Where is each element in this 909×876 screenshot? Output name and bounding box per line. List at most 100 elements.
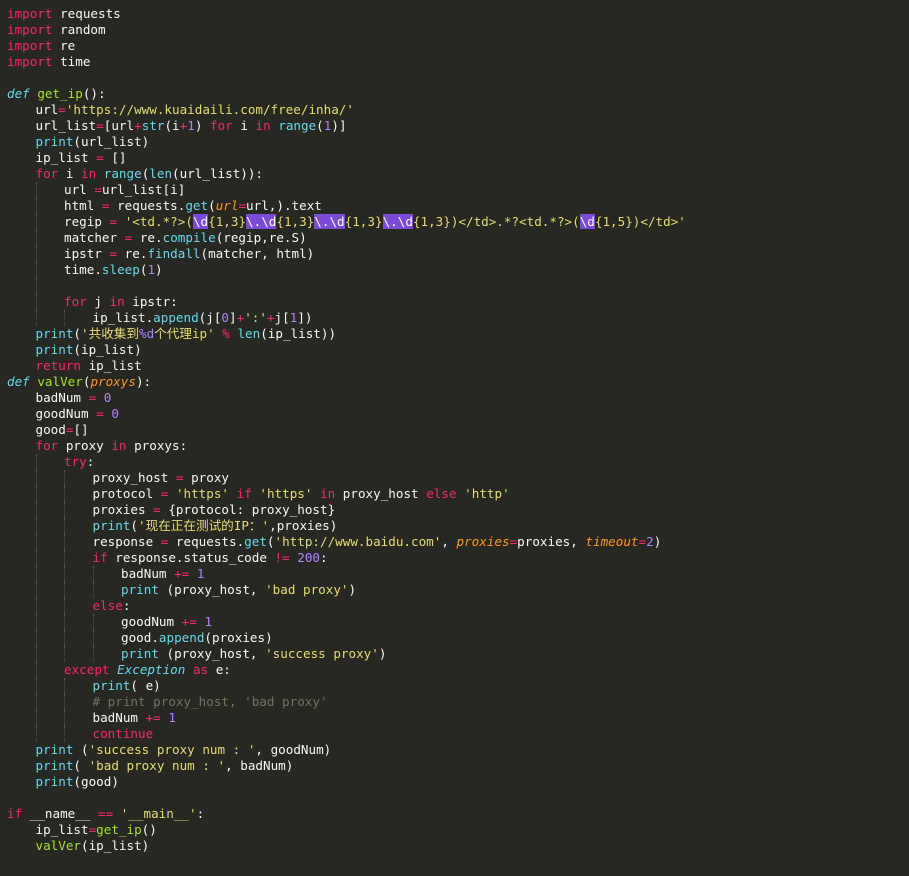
code-line[interactable]: ip_list=get_ip(): [7, 822, 909, 838]
code-line[interactable]: badNum = 0: [7, 390, 909, 406]
code-line[interactable]: print( e): [7, 678, 909, 694]
code-token: :: [320, 550, 328, 565]
indent-guide: [35, 310, 65, 326]
code-token: 'http': [464, 486, 510, 501]
code-line[interactable]: print(ip_list): [7, 342, 909, 358]
code-line[interactable]: continue: [7, 726, 909, 742]
code-token: append: [153, 310, 199, 325]
code-token: \.: [314, 214, 330, 229]
code-line[interactable]: [7, 278, 909, 294]
code-line[interactable]: good=[]: [7, 422, 909, 438]
code-line[interactable]: # print proxy_host, 'bad proxy': [7, 694, 909, 710]
code-line[interactable]: html = requests.get(url=url,).text: [7, 198, 909, 214]
code-line[interactable]: for i in range(len(url_list)):: [7, 166, 909, 182]
code-token: (proxy_host,: [158, 646, 266, 661]
code-token: =: [175, 470, 184, 485]
code-line[interactable]: def get_ip():: [7, 86, 909, 102]
indent-guide: [7, 246, 36, 262]
code-token: 'success proxy num : ': [88, 742, 256, 757]
code-line[interactable]: ipstr = re.findall(matcher, html): [7, 246, 909, 262]
code-line[interactable]: proxy_host = proxy: [7, 470, 909, 486]
code-line[interactable]: [7, 70, 909, 86]
code-editor[interactable]: import requests import random import re imp…: [0, 0, 909, 876]
code-line[interactable]: proxies = {protocol: proxy_host}: [7, 502, 909, 518]
code-line[interactable]: badNum += 1: [7, 566, 909, 582]
code-line[interactable]: for j in ipstr:: [7, 294, 909, 310]
code-line[interactable]: print(url_list): [7, 134, 909, 150]
code-token: =: [96, 118, 104, 133]
code-line[interactable]: ip_list = []: [7, 150, 909, 166]
code-token: []: [73, 422, 89, 437]
code-line[interactable]: print( 'bad proxy num : ', badNum): [7, 758, 909, 774]
code-line[interactable]: url =url_list[i]: [7, 182, 909, 198]
code-line[interactable]: if __name__ == '__main__':: [7, 806, 909, 822]
code-line[interactable]: goodNum += 1: [7, 614, 909, 630]
code-line[interactable]: return ip_list: [7, 358, 909, 374]
code-line[interactable]: url='https://www.kuaidaili.com/free/inha…: [7, 102, 909, 118]
indent-guide: [64, 310, 93, 326]
code-line[interactable]: goodNum = 0: [7, 406, 909, 422]
code-token: 1: [168, 710, 176, 725]
code-area[interactable]: import requests import random import re imp…: [7, 6, 909, 854]
indent-guide: [35, 726, 65, 742]
code-line[interactable]: print('现在正在测试的IP：',proxies): [7, 518, 909, 534]
code-line[interactable]: [7, 790, 909, 806]
code-token: get: [185, 198, 209, 213]
code-token: ): [653, 534, 662, 549]
indent-guide: [64, 710, 93, 726]
code-line[interactable]: try:: [7, 454, 909, 470]
code-line[interactable]: good.append(proxies): [7, 630, 909, 646]
code-line[interactable]: ip_list.append(j[0]+':'+j[1]): [7, 310, 909, 326]
code-token: ]: [229, 310, 237, 325]
code-token: ipstr:: [124, 294, 178, 309]
code-token: (: [130, 518, 139, 533]
code-token: (: [266, 534, 275, 549]
code-token: '__main__': [120, 806, 197, 821]
code-token: j[: [274, 310, 290, 325]
code-line[interactable]: import re: [7, 38, 909, 54]
code-line[interactable]: valVer(ip_list): [7, 838, 909, 854]
code-line[interactable]: def valVer(proxys):: [7, 374, 909, 390]
code-line[interactable]: matcher = re.compile(regip,re.S): [7, 230, 909, 246]
code-token: url: [64, 182, 95, 197]
code-line[interactable]: regip = '<td.*?>(\d{1,3}\.\d{1,3}\.\d{1,…: [7, 214, 909, 230]
code-token: =: [109, 214, 118, 229]
code-token: 1: [196, 566, 205, 581]
code-token: \.: [246, 214, 262, 229]
code-token: ,: [441, 534, 457, 549]
code-line[interactable]: time.sleep(1): [7, 262, 909, 278]
code-token: '<td.*?>(: [124, 214, 193, 229]
code-line[interactable]: print (proxy_host, 'bad proxy'): [7, 582, 909, 598]
code-token: (proxy_host,: [158, 582, 266, 597]
code-line[interactable]: print('共收集到%d个代理ip' % len(ip_list)): [7, 326, 909, 342]
code-line[interactable]: for proxy in proxys:: [7, 438, 909, 454]
code-line[interactable]: except Exception as e:: [7, 662, 909, 678]
code-line[interactable]: import requests: [7, 6, 909, 22]
code-line[interactable]: print(good): [7, 774, 909, 790]
code-line[interactable]: print (proxy_host, 'success proxy'): [7, 646, 909, 662]
code-token: (: [73, 758, 89, 773]
code-line[interactable]: url_list=[url+str(i+1) for i in range(1)…: [7, 118, 909, 134]
code-token: url_list[i]: [101, 182, 186, 197]
code-line[interactable]: else:: [7, 598, 909, 614]
code-token: proxy_host: [335, 486, 427, 501]
code-line[interactable]: import random: [7, 22, 909, 38]
code-line[interactable]: import time: [7, 54, 909, 70]
code-token: range: [278, 118, 317, 133]
code-token: {1,3})</td>.*?<td.*?>(: [412, 214, 580, 229]
code-line[interactable]: print ('success proxy num : ', goodNum): [7, 742, 909, 758]
code-token: matcher: [64, 230, 125, 245]
code-token: =: [101, 198, 110, 213]
code-token: len: [149, 166, 173, 181]
indent-guide: [7, 438, 36, 454]
code-token: 1: [147, 262, 156, 277]
indent-guide: [35, 694, 65, 710]
code-token: print: [35, 758, 74, 773]
code-line[interactable]: badNum += 1: [7, 710, 909, 726]
indent-guide: [7, 182, 36, 198]
code-line[interactable]: if response.status_code != 200:: [7, 550, 909, 566]
code-line[interactable]: response = requests.get('http://www.baid…: [7, 534, 909, 550]
code-line[interactable]: protocol = 'https' if 'https' in proxy_h…: [7, 486, 909, 502]
